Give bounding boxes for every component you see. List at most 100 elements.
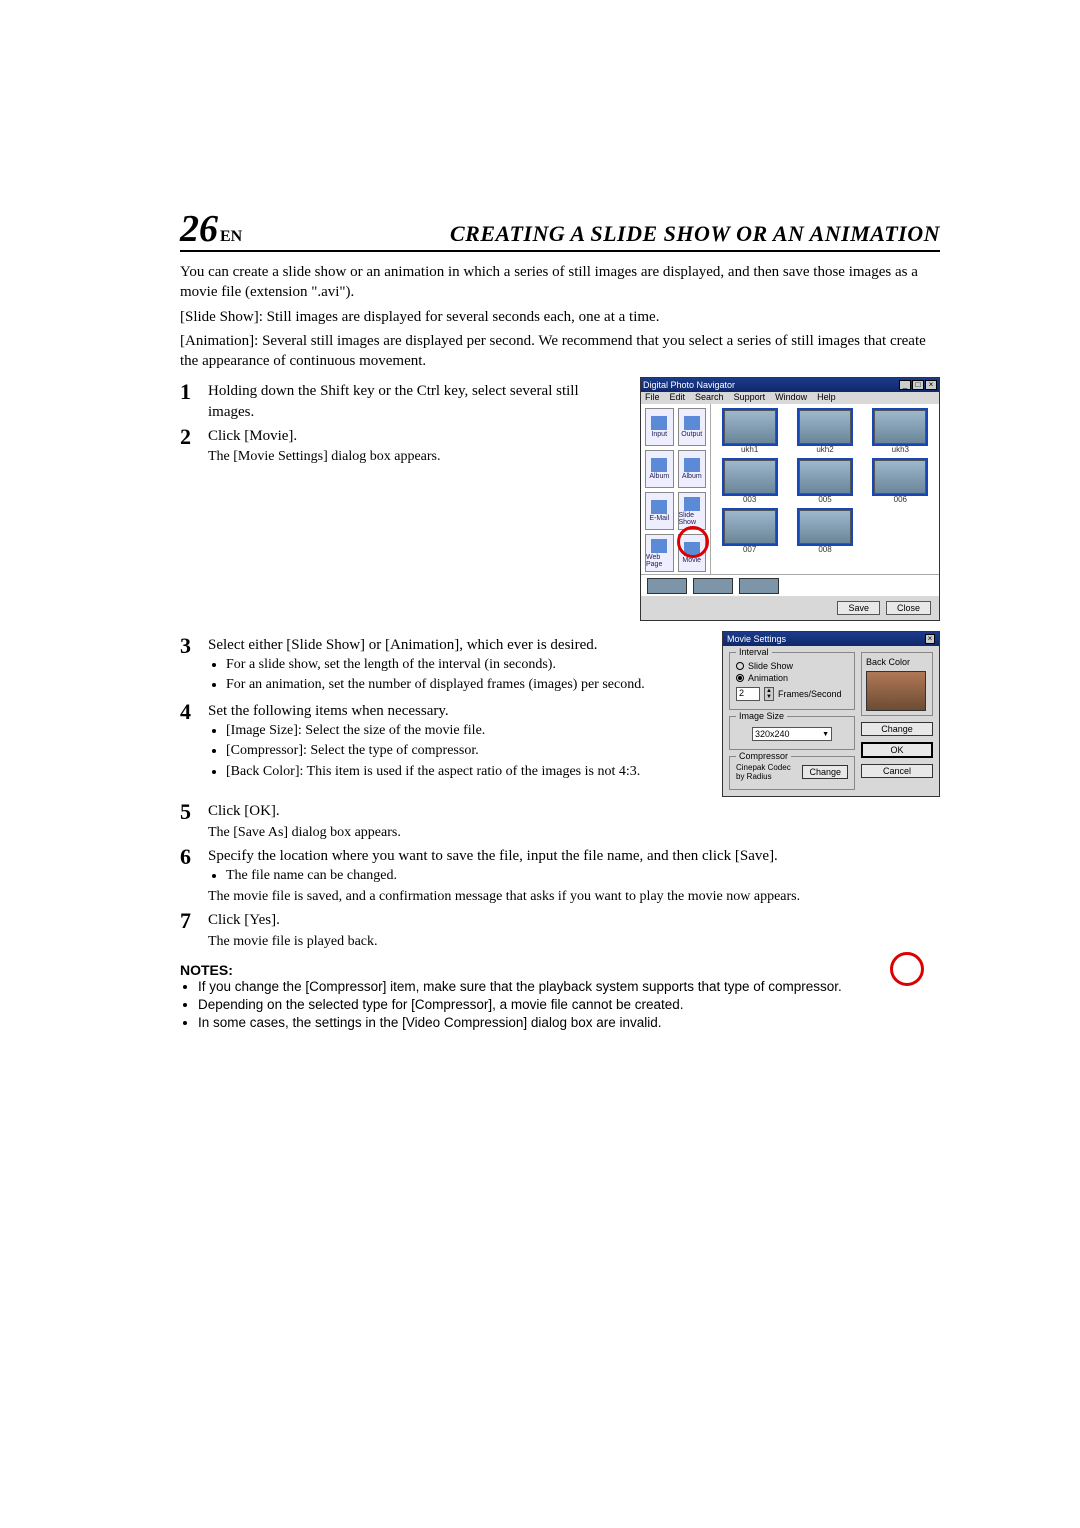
sidebar-item-label: Input: [651, 431, 667, 438]
sidebar-item-slideshow[interactable]: Slide Show: [678, 492, 707, 530]
note-item: If you change the [Compressor] item, mak…: [198, 978, 860, 996]
notes-list: If you change the [Compressor] item, mak…: [198, 978, 860, 1033]
slideshow-icon: [684, 497, 700, 511]
note-item: In some cases, the settings in the [Vide…: [198, 1014, 860, 1032]
radio-animation[interactable]: Animation: [736, 673, 848, 683]
sidebar-item-input[interactable]: Input: [645, 408, 674, 446]
thumbnail[interactable]: ukh2: [792, 410, 857, 454]
maximize-icon[interactable]: □: [912, 380, 924, 390]
compressor-change-button[interactable]: Change: [802, 765, 848, 779]
step-text: Click [OK].: [208, 801, 940, 821]
intro-line-1: You can create a slide show or an animat…: [180, 262, 940, 303]
frames-spinner[interactable]: ▲▼: [764, 687, 774, 701]
step-number: 5: [180, 801, 198, 842]
album-icon: [684, 458, 700, 472]
output-icon: [684, 416, 700, 430]
input-icon: [651, 416, 667, 430]
menu-window[interactable]: Window: [775, 392, 807, 404]
step-bullet: [Image Size]: Select the size of the mov…: [226, 722, 704, 741]
step-number: 1: [180, 381, 198, 422]
filmstrip-thumb[interactable]: [647, 578, 687, 594]
thumbnail-image: [874, 460, 926, 494]
page-number-suffix: EN: [220, 228, 242, 245]
radio-icon: [736, 674, 744, 682]
movie-icon: [684, 542, 700, 556]
step-number: 6: [180, 846, 198, 906]
radio-label: Slide Show: [748, 661, 793, 671]
ok-button[interactable]: OK: [861, 742, 933, 758]
thumbnail-image: [724, 510, 776, 544]
thumbnail-caption: 005: [818, 495, 831, 504]
cancel-button[interactable]: Cancel: [861, 764, 933, 778]
thumbnail[interactable]: 003: [717, 460, 782, 504]
step-bullet: [Back Color]: This item is used if the a…: [226, 763, 704, 782]
thumbnail-grid: ukh1 ukh2 ukh3 003 005 006 007 008: [711, 404, 939, 574]
filmstrip-thumb[interactable]: [693, 578, 733, 594]
thumbnail-caption: ukh2: [816, 445, 833, 454]
page-number: 26EN: [180, 210, 242, 248]
sidebar-item-album-2[interactable]: Album: [678, 450, 707, 488]
sidebar-item-label: Slide Show: [679, 512, 706, 526]
album-icon: [651, 458, 667, 472]
window-title: Digital Photo Navigator: [643, 380, 735, 390]
thumbnail[interactable]: ukh3: [868, 410, 933, 454]
radio-slide-show[interactable]: Slide Show: [736, 661, 848, 671]
sidebar-item-webpage[interactable]: Web Page: [645, 534, 674, 572]
menu-search[interactable]: Search: [695, 392, 724, 404]
frames-input[interactable]: 2: [736, 687, 760, 701]
thumbnail[interactable]: 006: [868, 460, 933, 504]
group-legend: Compressor: [736, 751, 791, 761]
sidebar-item-label: Web Page: [646, 554, 673, 568]
page-header: 26EN CREATING A SLIDE SHOW OR AN ANIMATI…: [180, 210, 940, 252]
section-title: CREATING A SLIDE SHOW OR AN ANIMATION: [450, 221, 940, 247]
backcolor-label: Back Color: [866, 657, 928, 667]
sidebar-item-output[interactable]: Output: [678, 408, 707, 446]
step-1: 1 Holding down the Shift key or the Ctrl…: [180, 381, 622, 422]
close-button[interactable]: Close: [886, 601, 931, 615]
interval-group: Interval Slide Show Animation 2 ▲▼ Frame…: [729, 652, 855, 710]
sidebar-item-label: E-Mail: [649, 515, 669, 522]
backcolor-preview: [866, 671, 926, 711]
thumbnail-caption: 006: [894, 495, 907, 504]
step-4: 4 Set the following items when necessary…: [180, 701, 704, 784]
step-3: 3 Select either [Slide Show] or [Animati…: [180, 635, 704, 697]
step-subtext: The [Movie Settings] dialog box appears.: [208, 448, 622, 467]
thumbnail-caption: ukh1: [741, 445, 758, 454]
window-titlebar: Digital Photo Navigator _ □ ×: [641, 378, 939, 392]
step-text: Select either [Slide Show] or [Animation…: [208, 635, 704, 655]
imagesize-select[interactable]: 320x240▼: [752, 727, 832, 741]
close-icon[interactable]: ×: [925, 380, 937, 390]
movie-settings-dialog: Movie Settings × Interval Slide Show Ani…: [722, 631, 940, 797]
save-button[interactable]: Save: [837, 601, 880, 615]
sidebar-item-movie[interactable]: Movie: [678, 534, 707, 572]
thumbnail[interactable]: ukh1: [717, 410, 782, 454]
thumbnail-image: [874, 410, 926, 444]
sidebar-item-email[interactable]: E-Mail: [645, 492, 674, 530]
thumbnail-image: [799, 410, 851, 444]
sidebar: Input Output Album Album E-Mail Slide Sh…: [641, 404, 711, 574]
step-text: Specify the location where you want to s…: [208, 846, 940, 866]
backcolor-change-button[interactable]: Change: [861, 722, 933, 736]
thumbnail[interactable]: 008: [792, 510, 857, 554]
step-number: 2: [180, 426, 198, 467]
menu-file[interactable]: File: [645, 392, 660, 404]
minimize-icon[interactable]: _: [899, 380, 911, 390]
menu-edit[interactable]: Edit: [670, 392, 686, 404]
backcolor-group: Back Color: [861, 652, 933, 716]
note-item: Depending on the selected type for [Comp…: [198, 996, 860, 1014]
thumbnail[interactable]: 005: [792, 460, 857, 504]
sidebar-item-label: Album: [682, 473, 702, 480]
menubar: File Edit Search Support Window Help: [641, 392, 939, 404]
close-icon[interactable]: ×: [925, 634, 935, 644]
thumbnail[interactable]: 007: [717, 510, 782, 554]
menu-support[interactable]: Support: [734, 392, 766, 404]
photo-navigator-window: Digital Photo Navigator _ □ × File Edit …: [640, 377, 940, 621]
sidebar-item-album[interactable]: Album: [645, 450, 674, 488]
filmstrip: [641, 574, 939, 596]
group-legend: Interval: [736, 647, 772, 657]
notes-heading: NOTES:: [180, 962, 860, 978]
menu-help[interactable]: Help: [817, 392, 836, 404]
group-legend: Image Size: [736, 711, 787, 721]
intro-line-3: [Animation]: Several still images are di…: [180, 331, 940, 372]
filmstrip-thumb[interactable]: [739, 578, 779, 594]
